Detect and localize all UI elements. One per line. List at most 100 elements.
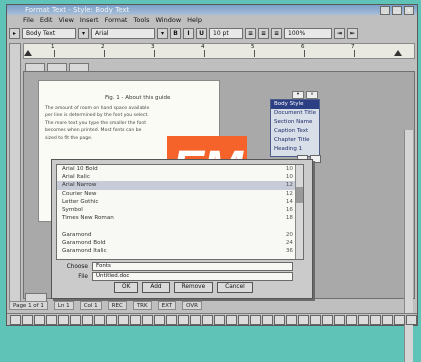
font-dropdown-icon[interactable]: ▾ — [157, 28, 168, 39]
tool-button[interactable] — [10, 314, 21, 325]
font-list-item[interactable]: Garamond Bold 24 — [57, 239, 303, 247]
tool-button[interactable] — [154, 314, 165, 325]
tool-button[interactable] — [22, 314, 33, 325]
font-list-item[interactable]: Arial Italic 10 — [57, 173, 303, 181]
size-select[interactable]: 10 pt — [209, 28, 243, 39]
menu-tools[interactable]: Tools — [133, 16, 149, 25]
font-list-item[interactable]: Courier New 12 — [57, 190, 303, 198]
horizontal-ruler[interactable]: 1 2 3 4 5 6 7 — [23, 43, 415, 59]
tool-button[interactable] — [262, 314, 273, 325]
ok-button[interactable]: OK — [114, 282, 139, 293]
choose-input[interactable]: Fonts — [92, 262, 293, 271]
indent-icon[interactable]: ⇥ — [334, 28, 345, 39]
left-indent-marker[interactable] — [24, 50, 32, 56]
close-button[interactable]: × — [404, 6, 414, 15]
font-list-item-selected[interactable]: Arial Narrow 12 — [57, 181, 303, 190]
style-item[interactable]: Caption Text — [271, 127, 319, 136]
font-list-item[interactable]: Times New Roman 18 — [57, 214, 303, 222]
align-left-icon[interactable]: ≡ — [245, 28, 256, 39]
zoom-select[interactable]: 100% — [284, 28, 332, 39]
window-controls: _ □ × — [380, 6, 414, 15]
file-input[interactable]: Untitled.doc — [92, 272, 293, 281]
document-body-text[interactable]: The amount of room on hand space availab… — [45, 105, 153, 142]
style-item[interactable]: Section Name — [271, 118, 319, 127]
font-list-item[interactable]: Arial 10 Bold 10 — [57, 165, 303, 173]
remove-button[interactable]: Remove — [173, 282, 214, 293]
tool-button[interactable] — [214, 314, 225, 325]
tool-button[interactable] — [94, 314, 105, 325]
font-list-item[interactable]: Garamond Italic 36 — [57, 247, 303, 255]
tool-button[interactable] — [202, 314, 213, 325]
tool-button[interactable] — [106, 314, 117, 325]
font-list-item[interactable]: Symbol 16 — [57, 206, 303, 214]
style-item[interactable]: Body Style — [271, 100, 319, 109]
tool-button[interactable] — [406, 314, 417, 325]
style-select[interactable]: Body Text — [22, 28, 76, 39]
toolbar-left-icon[interactable]: ▸ — [9, 28, 20, 39]
align-center-icon[interactable]: ≡ — [258, 28, 269, 39]
font-list-scrollbar[interactable] — [295, 165, 303, 259]
font-list-item[interactable] — [57, 222, 303, 230]
underline-button[interactable]: U — [196, 28, 207, 39]
minimize-button[interactable]: _ — [380, 6, 390, 15]
maximize-button[interactable]: □ — [392, 6, 402, 15]
tool-button[interactable] — [34, 314, 45, 325]
tool-button[interactable] — [274, 314, 285, 325]
tool-button[interactable] — [70, 314, 81, 325]
menu-window[interactable]: Window — [156, 16, 182, 25]
tool-button[interactable] — [118, 314, 129, 325]
bold-button[interactable]: B — [170, 28, 181, 39]
tool-button[interactable] — [166, 314, 177, 325]
add-button[interactable]: Add — [142, 282, 170, 293]
tool-button[interactable] — [130, 314, 141, 325]
tool-button[interactable] — [322, 314, 333, 325]
style-dropdown-icon[interactable]: ▾ — [78, 28, 89, 39]
ruler-number: 3 — [151, 44, 155, 50]
cancel-button[interactable]: Cancel — [217, 282, 253, 293]
font-list[interactable]: Arial 10 Bold 10 Arial Italic 10 Arial Nar… — [56, 164, 304, 260]
italic-button[interactable]: I — [183, 28, 194, 39]
style-item[interactable]: Document Title — [271, 109, 319, 118]
tool-button[interactable] — [334, 314, 345, 325]
menu-insert[interactable]: Insert — [80, 16, 99, 25]
tool-button[interactable] — [46, 314, 57, 325]
status-rec[interactable]: REC — [107, 301, 127, 310]
tool-button[interactable] — [178, 314, 189, 325]
tool-button[interactable] — [142, 314, 153, 325]
tool-button[interactable] — [286, 314, 297, 325]
menu-format[interactable]: Format — [105, 16, 128, 25]
status-ext[interactable]: EXT — [157, 301, 177, 310]
style-item[interactable]: Heading 1 — [271, 145, 319, 154]
status-trk[interactable]: TRK — [132, 301, 152, 310]
tool-button[interactable] — [358, 314, 369, 325]
tool-button[interactable] — [190, 314, 201, 325]
style-panel-menu-icon[interactable]: ▾ — [292, 91, 304, 99]
tool-button[interactable] — [238, 314, 249, 325]
tool-button[interactable] — [382, 314, 393, 325]
menu-help[interactable]: Help — [187, 16, 202, 25]
tool-button[interactable] — [250, 314, 261, 325]
font-select[interactable]: Arial — [91, 28, 155, 39]
tool-button[interactable] — [82, 314, 93, 325]
tool-button[interactable] — [298, 314, 309, 325]
vertical-scrollbar[interactable] — [404, 130, 413, 362]
style-panel-close-icon[interactable]: × — [306, 91, 318, 99]
menu-view[interactable]: View — [58, 16, 73, 25]
tool-button[interactable] — [346, 314, 357, 325]
tool-button[interactable] — [226, 314, 237, 325]
tool-button[interactable] — [310, 314, 321, 325]
menu-edit[interactable]: Edit — [40, 16, 53, 25]
style-item[interactable]: Chapter Title — [271, 136, 319, 145]
status-ovr[interactable]: OVR — [182, 301, 202, 310]
outdent-icon[interactable]: ⇤ — [347, 28, 358, 39]
align-right-icon[interactable]: ≡ — [271, 28, 282, 39]
right-indent-marker[interactable] — [394, 50, 402, 56]
tool-button[interactable] — [370, 314, 381, 325]
tool-button[interactable] — [58, 314, 69, 325]
title-bar[interactable]: Format Text - Style: Body Text _ □ × — [7, 5, 417, 15]
tool-button[interactable] — [394, 314, 405, 325]
font-list-scroll-thumb[interactable] — [296, 187, 303, 203]
font-list-item[interactable]: Letter Gothic 14 — [57, 198, 303, 206]
menu-file[interactable]: File — [23, 16, 34, 25]
font-list-item[interactable]: Garamond 20 — [57, 231, 303, 239]
